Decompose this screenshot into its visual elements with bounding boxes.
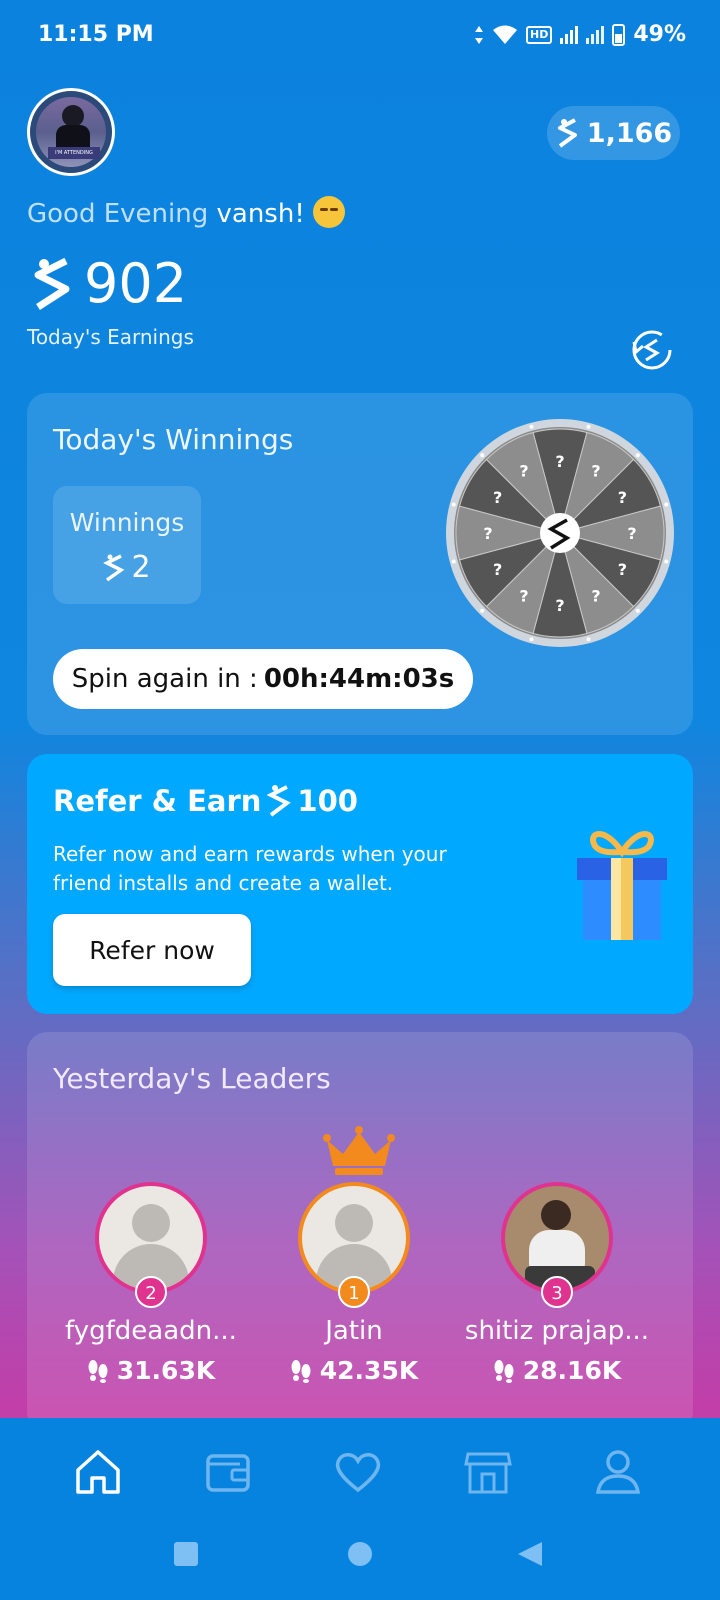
refer-title-row: Refer & Earn 100: [53, 784, 358, 818]
wheel-segment-label: ?: [555, 596, 564, 615]
winnings-card: Today's Winnings Winnings 2 Spin again i…: [27, 393, 693, 735]
status-icons: HD 49%: [474, 22, 686, 47]
wheel-segment-label: ?: [618, 560, 627, 579]
back-button-icon[interactable]: [516, 1540, 544, 1568]
greeting-prefix: Good Evening: [27, 199, 209, 229]
sweatcoin-s-icon: [103, 553, 125, 581]
winnings-title: Today's Winnings: [53, 423, 294, 456]
refer-now-button[interactable]: Refer now: [53, 914, 251, 986]
wheel-segment-label: ?: [483, 524, 492, 543]
leader-steps: 42.35K: [319, 1356, 419, 1385]
refer-reward: 100: [297, 784, 358, 818]
leader-steps-row: 42.35K: [254, 1356, 454, 1385]
wheel-segment-label: ?: [591, 462, 600, 481]
leaders-card: Yesterday's Leaders 2 fygfdeaadn... 31.6…: [27, 1032, 693, 1432]
home-icon[interactable]: [70, 1444, 126, 1500]
footsteps-icon: [494, 1359, 514, 1383]
spin-timer-value: 00h:44m:03s: [263, 664, 455, 694]
wheel-rim-light: [480, 453, 485, 458]
battery-icon: [612, 23, 626, 46]
wheel-segment-label: ?: [493, 488, 502, 507]
wheel-segment-label: ?: [555, 452, 564, 471]
rank-badge: 2: [135, 1276, 167, 1308]
greeting-user-name: vansh!: [216, 199, 305, 229]
signal-icon: [560, 25, 579, 44]
refer-title: Refer & Earn: [53, 784, 262, 818]
wheel-rim-light: [664, 559, 669, 564]
avatar-banner-text: I'M ATTENDING: [48, 147, 100, 159]
leader-1[interactable]: 1 Jatin 42.35K: [254, 1182, 454, 1385]
bottom-nav: [0, 1418, 720, 1600]
wheel-segment-label: ?: [618, 488, 627, 507]
leader-steps: 28.16K: [522, 1356, 622, 1385]
home-button-icon[interactable]: [346, 1540, 374, 1568]
leader-name: shitiz prajap...: [464, 1316, 650, 1346]
earnings-row: 902: [30, 252, 187, 315]
wheel-segment-label: ?: [493, 560, 502, 579]
wheel-segment-label: ?: [591, 586, 600, 605]
refer-card: Refer & Earn 100 Refer now and earn rewa…: [27, 754, 693, 1014]
winnings-box: Winnings 2: [53, 486, 201, 604]
signal-2-icon: [586, 25, 605, 44]
wheel-rim-light: [451, 559, 456, 564]
crown-icon: [323, 1126, 395, 1175]
earnings-value: 902: [84, 252, 188, 315]
winnings-box-value-row: 2: [53, 550, 201, 585]
gift-icon: [577, 831, 667, 940]
wheel-rim-light: [529, 637, 534, 642]
profile-icon[interactable]: [590, 1444, 646, 1500]
earnings-label: Today's Earnings: [27, 325, 194, 349]
leader-steps-row: 28.16K: [457, 1356, 657, 1385]
winnings-box-value: 2: [131, 550, 151, 585]
wheel-rim-light: [635, 608, 640, 613]
wheel-rim-light: [451, 502, 456, 507]
sweatcoin-s-icon: [557, 118, 577, 148]
wheel-segment-label: ?: [627, 524, 636, 543]
leader-steps-row: 31.63K: [51, 1356, 251, 1385]
sweatcoin-s-large-icon: [34, 257, 70, 310]
wheel-rim-light: [480, 608, 485, 613]
refer-description: Refer now and earn rewards when your fri…: [53, 842, 447, 895]
history-icon[interactable]: [630, 328, 674, 372]
wheel-rim-light: [664, 502, 669, 507]
wheel-rim-light: [586, 424, 591, 429]
leader-3[interactable]: 3 shitiz prajap... 28.16K: [457, 1182, 657, 1385]
wallet-icon[interactable]: [200, 1444, 256, 1500]
wifi-icon: [492, 25, 517, 44]
wheel-segment-label: ?: [519, 586, 528, 605]
footsteps-icon: [88, 1359, 108, 1383]
wheel-rim-light: [586, 637, 591, 642]
spin-timer-prefix: Spin again in :: [71, 664, 258, 694]
store-icon[interactable]: [460, 1444, 516, 1500]
status-time: 11:15 PM: [38, 22, 154, 47]
rank-badge: 3: [541, 1276, 573, 1308]
leader-steps: 31.63K: [116, 1356, 216, 1385]
coin-balance-pill[interactable]: 1,166: [547, 106, 680, 160]
leader-name: fygfdeaadn...: [65, 1316, 237, 1346]
sweatcoin-s-icon: [267, 785, 292, 817]
status-bar: 11:15 PM HD 49%: [0, 0, 720, 72]
wheel-rim-light: [635, 453, 640, 458]
data-arrows-icon: [474, 25, 483, 44]
winnings-box-label: Winnings: [69, 508, 185, 537]
recents-button-icon[interactable]: [172, 1540, 200, 1568]
heart-icon[interactable]: [330, 1444, 386, 1500]
wheel-segment-label: ?: [519, 462, 528, 481]
coin-balance-value: 1,166: [586, 117, 673, 149]
spin-wheel[interactable]: ????????????: [445, 418, 675, 648]
user-avatar[interactable]: I'M ATTENDING: [27, 88, 115, 176]
leader-2[interactable]: 2 fygfdeaadn... 31.63K: [51, 1182, 251, 1385]
rank-badge: 1: [338, 1276, 370, 1308]
leader-name: Jatin: [325, 1316, 383, 1346]
wheel-rim-light: [529, 424, 534, 429]
footsteps-icon: [291, 1359, 311, 1383]
hd-badge: HD: [525, 25, 553, 44]
sleepy-face-icon: [313, 196, 346, 228]
leaders-title: Yesterday's Leaders: [53, 1062, 331, 1095]
battery-percent: 49%: [633, 22, 686, 47]
spin-timer-pill: Spin again in : 00h:44m:03s: [53, 649, 473, 709]
greeting: Good Evening vansh!: [27, 196, 346, 229]
